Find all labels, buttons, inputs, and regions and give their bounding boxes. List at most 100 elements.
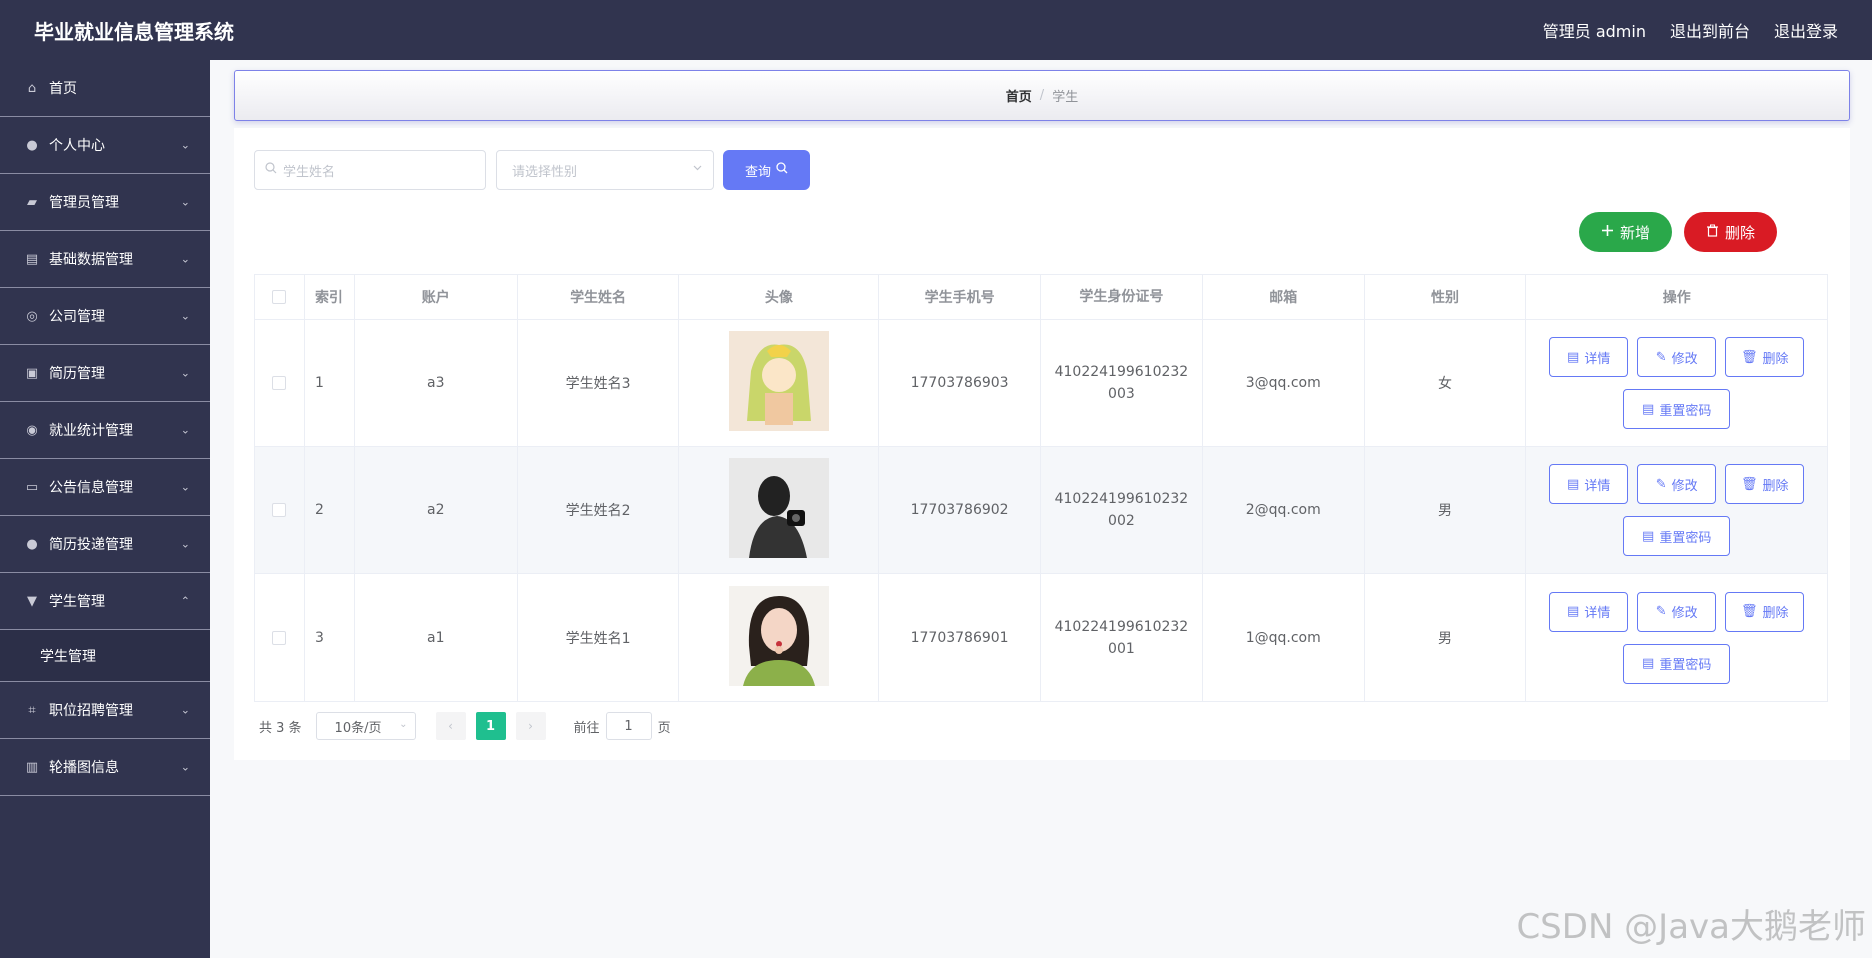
cell-student-name: 学生姓名2 xyxy=(518,447,680,573)
header-avatar: 头像 xyxy=(679,275,880,319)
select-all-checkbox[interactable] xyxy=(272,290,287,304)
edit-button[interactable]: ✎ 修改 xyxy=(1637,337,1717,377)
table-row: 2 a2 学生姓名2 17703786902 410224199610232002 2@q… xyxy=(255,447,1827,574)
stats-icon: ◉ xyxy=(26,422,38,438)
send-icon: ● xyxy=(26,536,38,552)
cell-phone: 17703786901 xyxy=(879,574,1041,701)
sidebar-item-0[interactable]: ⌂ 首页 xyxy=(0,60,210,117)
avatar[interactable] xyxy=(728,331,829,435)
header-gender: 性别 xyxy=(1365,275,1527,319)
detail-label: 详情 xyxy=(1584,351,1611,367)
next-page-button[interactable]: › xyxy=(515,712,546,740)
edit-button[interactable]: ✎ 修改 xyxy=(1637,591,1717,632)
chevron-down-icon: ⌄ xyxy=(180,537,190,551)
document-icon: ▤ xyxy=(1642,656,1655,671)
header-phone: 学生手机号 xyxy=(879,275,1041,319)
sidebar-item-label: 公司管理 xyxy=(49,309,105,325)
page-size-value: 10条/页 xyxy=(334,720,382,736)
sidebar-item-after-1[interactable]: ▥ 轮播图信息 ⌄ xyxy=(0,739,210,796)
sidebar-item-label: 公告信息管理 xyxy=(49,480,133,496)
logout-link[interactable]: 退出登录 xyxy=(1774,18,1838,42)
sidebar-item-8[interactable]: ● 简历投递管理 ⌄ xyxy=(0,516,210,573)
reset-password-button[interactable]: ▤ 重置密码 xyxy=(1623,516,1731,556)
avatar[interactable] xyxy=(728,585,829,690)
cell-student-name: 学生姓名1 xyxy=(518,574,680,701)
sidebar-item-after-0[interactable]: ⌗ 职位招聘管理 ⌄ xyxy=(0,682,210,739)
add-button[interactable]: 新增 xyxy=(1579,212,1672,252)
cell-email: 2@qq.com xyxy=(1203,447,1365,573)
chevron-down-icon: ⌄ xyxy=(180,760,190,774)
edit-label: 修改 xyxy=(1671,606,1698,621)
row-delete-button[interactable]: 🗑 删除 xyxy=(1725,337,1805,377)
row-delete-button[interactable]: 🗑 删除 xyxy=(1725,591,1805,632)
sidebar-subitem-student-management[interactable]: 学生管理 xyxy=(0,630,210,682)
detail-button[interactable]: ▤ 详情 xyxy=(1549,591,1629,632)
search-icon xyxy=(776,162,788,178)
row-checkbox[interactable] xyxy=(272,376,287,390)
cell-operations: ▤ 详情 ✎ 修改 🗑 删除 ▤ 重置密码 xyxy=(1526,574,1827,701)
sidebar-item-9[interactable]: ▼ 学生管理 ⌃ xyxy=(0,573,210,630)
trash-icon: 🗑 xyxy=(1740,349,1758,365)
sidebar-item-3[interactable]: ▤ 基础数据管理 ⌄ xyxy=(0,231,210,288)
row-select-cell xyxy=(255,320,305,446)
reset-password-button[interactable]: ▤ 重置密码 xyxy=(1623,643,1731,684)
gender-select[interactable]: 请选择性别 xyxy=(496,150,714,190)
cell-operations: ▤ 详情 ✎ 修改 🗑 删除 ▤ 重置密码 xyxy=(1526,320,1827,446)
reset-password-button[interactable]: ▤ 重置密码 xyxy=(1623,389,1731,429)
top-header: 毕业就业信息管理系统 管理员 admin 退出到前台 退出登录 xyxy=(0,0,1872,60)
page-number-current[interactable]: 1 xyxy=(475,712,506,740)
chevron-down-icon: ⌄ xyxy=(180,252,190,266)
prev-page-button[interactable]: ‹ xyxy=(435,712,466,740)
cell-avatar xyxy=(679,574,880,701)
home-icon: ⌂ xyxy=(27,80,37,96)
admin-user-label[interactable]: 管理员 admin xyxy=(1543,18,1646,42)
chevron-down-icon: ⌄ xyxy=(180,138,190,152)
document-icon: ▤ xyxy=(1642,401,1655,417)
row-delete-label: 删除 xyxy=(1762,478,1789,494)
sidebar-item-2[interactable]: ▰ 管理员管理 ⌄ xyxy=(0,174,210,231)
detail-button[interactable]: ▤ 详情 xyxy=(1549,464,1629,504)
header-index: 索引 xyxy=(305,275,355,319)
user-icon: ● xyxy=(26,137,38,153)
sidebar-item-5[interactable]: ▣ 简历管理 ⌄ xyxy=(0,345,210,402)
avatar[interactable] xyxy=(728,458,829,562)
chevron-right-icon: › xyxy=(528,719,533,733)
sidebar-item-4[interactable]: ◎ 公司管理 ⌄ xyxy=(0,288,210,345)
carousel-icon: ▥ xyxy=(25,759,39,775)
reset-password-label: 重置密码 xyxy=(1659,658,1712,673)
row-select-cell xyxy=(255,574,305,701)
exit-to-front-link[interactable]: 退出到前台 xyxy=(1670,18,1750,42)
student-table: 索引 账户 学生姓名 头像 学生手机号 学生身份证号 邮箱 性别 操作 1 a3 学… xyxy=(254,274,1828,702)
goto-suffix: 页 xyxy=(657,720,671,736)
sidebar-item-label: 个人中心 xyxy=(49,138,105,154)
compass-icon: ◎ xyxy=(26,308,38,324)
sidebar-item-1[interactable]: ● 个人中心 ⌄ xyxy=(0,117,210,174)
row-delete-button[interactable]: 🗑 删除 xyxy=(1725,464,1805,504)
page-size-select[interactable]: 10条/页 ⌄ xyxy=(315,712,416,740)
detail-label: 详情 xyxy=(1584,478,1611,494)
cell-email: 1@qq.com xyxy=(1203,574,1365,701)
student-name-input[interactable]: 学生姓名 xyxy=(254,150,486,190)
sidebar-item-7[interactable]: ▭ 公告信息管理 ⌄ xyxy=(0,459,210,516)
chevron-down-icon: ⌄ xyxy=(180,195,190,209)
student-icon: ▼ xyxy=(27,593,37,609)
pagination: 共 3 条 10条/页 ⌄ ‹ 1 › 前往 1 页 xyxy=(259,712,671,740)
row-checkbox[interactable] xyxy=(272,503,287,517)
sidebar-item-label: 就业统计管理 xyxy=(49,423,133,439)
trash-icon: 🗑 xyxy=(1740,604,1758,619)
cell-account: a2 xyxy=(355,447,518,573)
sidebar-item-6[interactable]: ◉ 就业统计管理 ⌄ xyxy=(0,402,210,459)
query-button[interactable]: 查询 xyxy=(723,150,810,190)
goto-page-input[interactable]: 1 xyxy=(605,712,652,740)
batch-delete-button[interactable]: 删除 xyxy=(1684,212,1777,252)
chevron-down-icon: ⌄ xyxy=(180,309,190,323)
chevron-down-icon: ⌄ xyxy=(180,366,190,380)
add-button-label: 新增 xyxy=(1619,223,1650,242)
row-checkbox[interactable] xyxy=(272,630,287,645)
cell-avatar xyxy=(679,447,880,573)
edit-icon: ✎ xyxy=(1655,349,1667,365)
header-student-name: 学生姓名 xyxy=(518,275,680,319)
breadcrumb-home[interactable]: 首页 xyxy=(1006,86,1032,105)
edit-button[interactable]: ✎ 修改 xyxy=(1637,464,1717,504)
detail-button[interactable]: ▤ 详情 xyxy=(1549,337,1629,377)
